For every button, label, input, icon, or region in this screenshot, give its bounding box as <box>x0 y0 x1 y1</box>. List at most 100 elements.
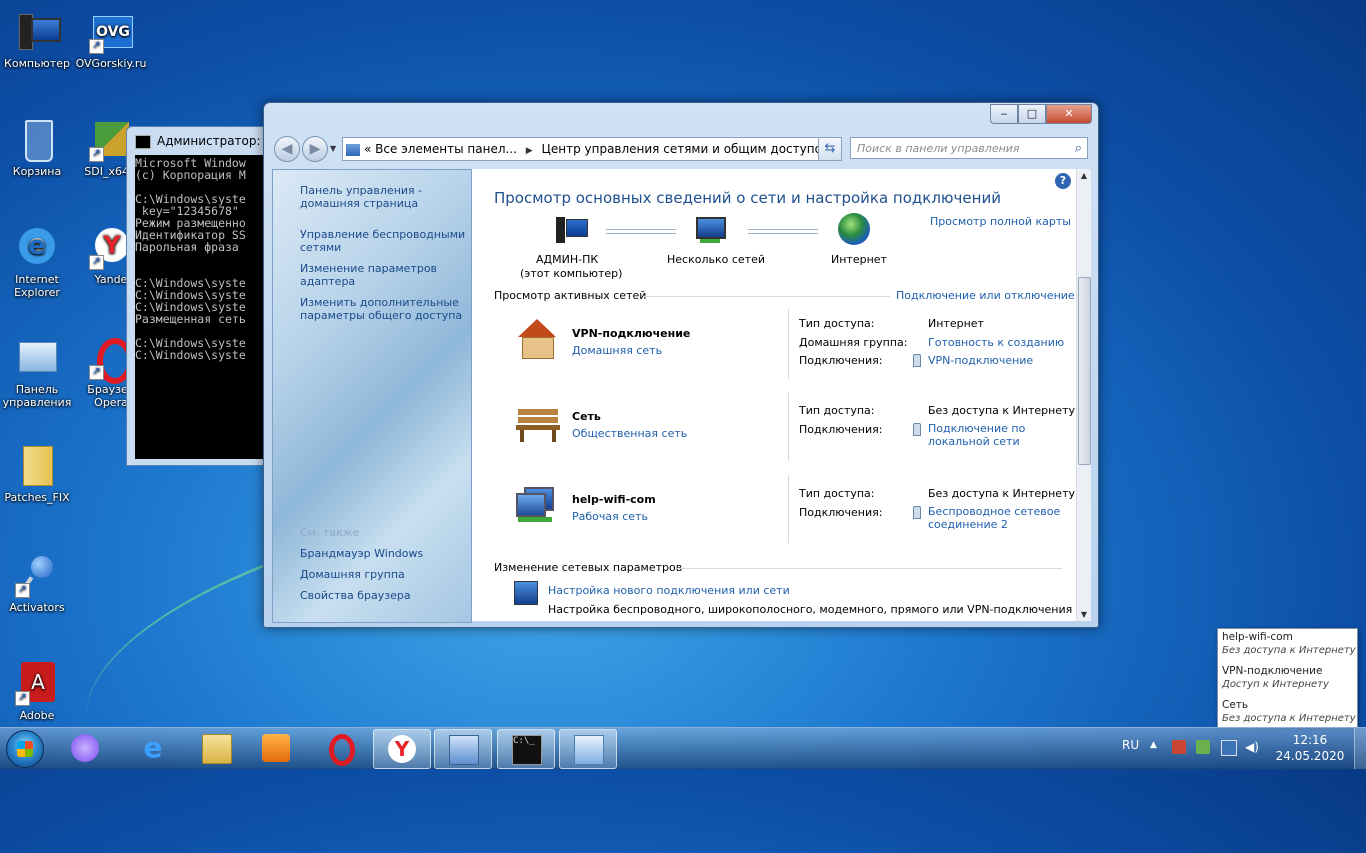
link-adapter-settings[interactable]: Изменение параметров адаптера <box>300 262 470 288</box>
taskbar-alice[interactable] <box>57 729 113 767</box>
recycle-bin-icon <box>15 118 59 162</box>
connection-link-line1[interactable]: Беспроводное сетевое <box>928 505 1060 518</box>
back-button[interactable]: ◀ <box>274 136 300 162</box>
back-arrow-icon: ◀ <box>281 141 293 157</box>
new-connection-description: Настройка беспроводного, широкополосного… <box>548 603 1073 616</box>
shortcut-arrow-icon: ↗ <box>89 39 104 54</box>
search-icon[interactable]: ⌕ <box>1075 138 1082 160</box>
clock-time: 12:16 <box>1292 733 1328 747</box>
globe-icon <box>838 213 870 245</box>
desktop-icon-ie[interactable]: e Internet Explorer <box>0 226 74 299</box>
divider <box>676 568 1062 569</box>
scroll-thumb[interactable] <box>1078 277 1091 465</box>
map-multi: Несколько сетей <box>667 253 765 266</box>
left-task-pane: Панель управления - домашняя страница Уп… <box>272 169 472 623</box>
desktop-icon-ovgorskiy[interactable]: OVG ↗ OVGorskiy.ru <box>74 10 148 70</box>
shortcut-arrow-icon: ↗ <box>89 147 104 162</box>
taskbar: e Y C:\_ RU ▲ ◀) 12:16 24.05.2020 <box>0 727 1366 769</box>
navigation-bar: ◀ ▶ ▼ « Все элементы панел... ▶ Центр уп… <box>272 135 1092 163</box>
address-chevron[interactable]: « <box>364 142 371 156</box>
connection-link-line1[interactable]: Подключение по <box>928 422 1025 435</box>
network-type-link[interactable]: Рабочая сеть <box>572 510 648 523</box>
desktop-icon-control-panel[interactable]: Панель управления <box>0 336 74 409</box>
desktop-icon-label: Компьютер <box>4 57 70 70</box>
homegroup-link[interactable]: Готовность к созданию <box>928 336 1064 349</box>
see-also-heading: См. также <box>300 526 360 539</box>
desktop-icon-label: OVGorskiy.ru <box>75 57 147 70</box>
clock[interactable]: 12:16 24.05.2020 <box>1272 732 1348 764</box>
taskbar-ie[interactable]: e <box>125 729 181 767</box>
taskbar-remote[interactable] <box>434 729 492 769</box>
scroll-down-icon[interactable]: ▼ <box>1077 610 1091 619</box>
desktop-icon-label: Internet Explorer <box>14 273 60 299</box>
cmd-icon <box>135 135 151 149</box>
access-type-label: Тип доступа: <box>799 404 875 417</box>
divider <box>644 296 890 297</box>
change-settings-heading: Изменение сетевых параметров <box>494 561 683 574</box>
link-homegroup[interactable]: Домашняя группа <box>300 568 470 581</box>
network-status-popup: help-wifi-com Без доступа к Интернету VP… <box>1217 628 1358 728</box>
opera-icon <box>329 734 355 766</box>
show-hidden-icons-icon[interactable]: ▲ <box>1150 740 1164 754</box>
desktop-icon-recycle-bin[interactable]: Корзина <box>0 118 74 178</box>
desktop-icon-label: Adobe <box>19 709 55 722</box>
cmd-output[interactable]: Microsoft Window (c) Корпорация M C:\Win… <box>135 155 277 459</box>
link-control-panel-home[interactable]: Панель управления - домашняя страница <box>300 184 470 210</box>
popup-network-status: Доступ к Интернету <box>1222 679 1329 690</box>
network-type-link[interactable]: Общественная сеть <box>572 427 687 440</box>
battery-icon[interactable] <box>1196 740 1210 754</box>
divider <box>788 393 789 461</box>
link-advanced-sharing[interactable]: Изменить дополнительные параметры общего… <box>300 296 470 322</box>
security-alert-icon[interactable] <box>1172 740 1186 754</box>
desktop-icon-patches[interactable]: Patches_FIX <box>0 444 74 504</box>
taskbar-opera[interactable] <box>312 729 368 767</box>
connection-link[interactable]: VPN-подключение <box>928 354 1033 367</box>
breadcrumb-separator-icon[interactable]: ▶ <box>526 146 533 156</box>
help-icon[interactable]: ? <box>1055 173 1071 189</box>
taskbar-cmd[interactable]: C:\_ <box>497 729 555 769</box>
cmd-icon: C:\_ <box>512 735 542 765</box>
access-type-value: Без доступа к Интернету <box>928 404 1075 417</box>
home-network-icon <box>514 319 560 359</box>
address-bar[interactable]: « Все элементы панел... ▶ Центр управлен… <box>342 137 840 161</box>
search-input[interactable]: Поиск в панели управления ⌕ <box>850 137 1088 159</box>
scroll-up-icon[interactable]: ▲ <box>1077 171 1091 180</box>
alice-assistant-icon <box>71 734 99 762</box>
taskbar-yandex[interactable]: Y <box>373 729 431 769</box>
cmd-titlebar[interactable]: Администратор: C:\ <box>127 127 277 155</box>
full-map-link[interactable]: Просмотр полной карты <box>930 215 1071 228</box>
close-button[interactable]: ✕ <box>1046 104 1092 124</box>
taskbar-media[interactable] <box>248 729 304 767</box>
link-browser-properties[interactable]: Свойства браузера <box>300 589 470 602</box>
link-manage-wireless[interactable]: Управление беспроводными сетями <box>300 228 470 254</box>
volume-icon[interactable]: ◀) <box>1245 740 1259 754</box>
network-type-link[interactable]: Домашняя сеть <box>572 344 662 357</box>
forward-button[interactable]: ▶ <box>302 136 328 162</box>
popup-network-name: help-wifi-com <box>1222 631 1293 643</box>
network-tray-icon[interactable] <box>1221 740 1237 756</box>
connection-link-line2[interactable]: соединение 2 <box>928 518 1008 531</box>
desktop-icon-activators[interactable]: ↗ Activators <box>0 554 74 614</box>
breadcrumb-network-center[interactable]: Центр управления сетями и общим доступом <box>542 142 831 156</box>
network-center-window[interactable]: ‒ □ ✕ ◀ ▶ ▼ « Все элементы панел... ▶ Це… <box>263 102 1099 628</box>
breadcrumb-all-items[interactable]: Все элементы панел... <box>375 142 517 156</box>
vertical-scrollbar[interactable]: ▲ ▼ <box>1076 169 1091 621</box>
refresh-button[interactable]: ⇆ <box>818 137 842 161</box>
recent-pages-dropdown[interactable]: ▼ <box>330 144 336 153</box>
taskbar-explorer[interactable] <box>188 729 244 767</box>
connection-link-line2[interactable]: локальной сети <box>928 435 1020 448</box>
new-connection-link[interactable]: Настройка нового подключения или сети <box>548 584 790 597</box>
desktop-icon-adobe[interactable]: A ↗ Adobe <box>0 662 74 722</box>
taskbar-control-panel[interactable] <box>559 729 617 769</box>
show-desktop-button[interactable] <box>1354 728 1366 769</box>
start-button[interactable] <box>6 730 44 768</box>
minimize-button[interactable]: ‒ <box>990 104 1018 124</box>
cmd-window[interactable]: Администратор: C:\ Microsoft Window (c) … <box>126 126 278 466</box>
desktop-icon-computer[interactable]: Компьютер <box>0 10 74 70</box>
shortcut-arrow-icon: ↗ <box>89 365 104 380</box>
maximize-button[interactable]: □ <box>1018 104 1046 124</box>
link-firewall[interactable]: Брандмауэр Windows <box>300 547 470 560</box>
page-title: Просмотр основных сведений о сети и наст… <box>494 189 1001 207</box>
language-indicator[interactable]: RU <box>1122 738 1139 752</box>
connect-disconnect-link[interactable]: Подключение или отключение <box>896 289 1075 302</box>
